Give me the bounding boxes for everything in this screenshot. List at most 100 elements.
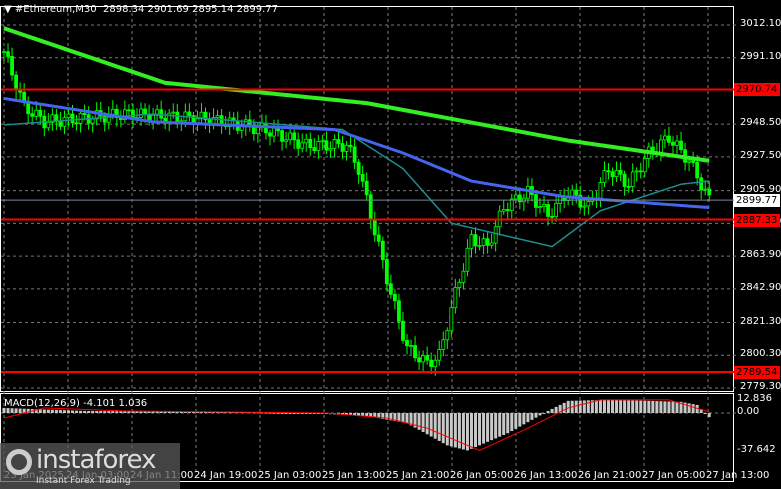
macd-histogram-bar <box>655 401 659 413</box>
candle-body <box>663 135 667 141</box>
candle-body <box>489 242 494 246</box>
macd-histogram-bar <box>691 404 695 413</box>
candle-body <box>667 135 671 143</box>
candle-body <box>469 234 474 249</box>
macd-histogram-bar <box>514 413 518 429</box>
macd-histogram-bar <box>490 413 494 441</box>
macd-histogram-bar <box>546 410 550 413</box>
macd-histogram-bar <box>566 400 570 413</box>
candle-body <box>6 51 10 57</box>
macd-histogram-bar <box>87 410 91 413</box>
macd-histogram-bar <box>103 411 107 413</box>
macd-histogram-bar <box>647 400 651 413</box>
macd-histogram-bar <box>598 400 602 413</box>
time-axis-label: 24 Jan 19:00 <box>194 470 258 481</box>
candle-body <box>707 188 712 196</box>
candle-body <box>679 140 683 151</box>
macd-histogram-bar <box>498 413 502 437</box>
candle-body <box>505 209 510 212</box>
chart-title: ▼ #Ethereum,M30 2898.34 2901.69 2895.14 … <box>4 4 278 15</box>
candle-body <box>610 171 615 178</box>
candle-body <box>671 141 675 146</box>
macd-histogram-bar <box>562 402 566 413</box>
candle-body <box>703 188 708 191</box>
candle-body <box>316 141 321 152</box>
candle-body <box>542 204 546 208</box>
candle-body <box>372 219 377 236</box>
macd-histogram-bar <box>54 409 58 413</box>
macd-histogram-bar <box>365 413 369 417</box>
candle-body <box>332 139 337 149</box>
macd-histogram-bar <box>602 399 606 413</box>
macd-histogram-bar <box>91 411 95 413</box>
level-price-tag: 2789.54 <box>734 366 780 380</box>
candle-body <box>513 194 518 200</box>
candle-body <box>598 182 603 199</box>
candle-body <box>215 115 220 118</box>
candle-body <box>687 160 691 163</box>
price-axis-label: 2905.90 <box>740 183 781 195</box>
candle-body <box>78 113 83 124</box>
candle-body <box>368 194 373 221</box>
candle-body <box>384 259 389 285</box>
candle-body <box>437 349 442 361</box>
macd-histogram-bar <box>510 413 514 432</box>
macd-histogram-bar <box>18 408 22 413</box>
candle-body <box>493 226 498 244</box>
macd-histogram-bar <box>38 409 42 413</box>
candle-body <box>175 111 180 123</box>
macd-histogram-bar <box>111 411 115 413</box>
macd-histogram-bar <box>707 413 711 418</box>
candle-body <box>634 170 639 173</box>
macd-histogram-bar <box>50 409 54 413</box>
macd-histogram-bar <box>123 411 127 413</box>
price-chart[interactable] <box>0 0 781 489</box>
candle-body <box>300 142 305 149</box>
macd-histogram-bar <box>643 400 647 413</box>
time-axis-label: 25 Jan 13:00 <box>322 470 386 481</box>
candle-body <box>465 247 470 272</box>
candle-body <box>586 200 591 207</box>
macd-histogram-bar <box>284 413 288 414</box>
macd-histogram-bar <box>417 413 421 430</box>
macd-histogram-bar <box>62 410 66 413</box>
price-axis-label: 3012.10 <box>740 18 781 29</box>
candle-body <box>187 111 192 117</box>
high-value: 2901.69 <box>147 4 189 15</box>
macd-histogram-bar <box>46 409 50 413</box>
candle-body <box>74 122 79 125</box>
macd-histogram-bar <box>66 410 70 413</box>
candle-body <box>401 320 405 341</box>
time-axis-label: 26 Jan 21:00 <box>578 470 642 481</box>
candle-body <box>22 91 27 102</box>
candle-body <box>58 120 63 127</box>
macd-histogram-bar <box>671 401 675 413</box>
candle-body <box>509 198 514 212</box>
candle-body <box>70 113 75 124</box>
candle-body <box>534 194 538 208</box>
candle-body <box>90 118 95 124</box>
symbol-label: #Ethereum,M30 <box>14 4 97 15</box>
candle-body <box>405 339 409 347</box>
candle-body <box>675 140 679 146</box>
candle-body <box>397 300 401 322</box>
macd-histogram-bar <box>288 413 292 414</box>
price-axis-label: 2927.50 <box>740 149 781 161</box>
candle-body <box>312 147 317 152</box>
candle-body <box>380 240 385 261</box>
candle-body <box>268 132 272 137</box>
candle-body <box>481 238 486 246</box>
macd-histogram-bar <box>594 400 598 413</box>
macd-histogram-bar <box>623 400 627 413</box>
macd-histogram-bar <box>574 400 578 413</box>
macd-histogram-bar <box>441 413 445 444</box>
candle-body <box>10 55 14 76</box>
candle-body <box>570 189 575 197</box>
price-axis-label: 2991.10 <box>740 50 781 62</box>
time-axis-label: 25 Jan 21:00 <box>386 470 450 481</box>
candle-body <box>376 234 381 242</box>
macd-histogram-bar <box>578 400 582 413</box>
macd-histogram-bar <box>663 401 667 413</box>
candle-body <box>473 234 478 247</box>
price-axis-label: 2842.90 <box>740 281 781 293</box>
